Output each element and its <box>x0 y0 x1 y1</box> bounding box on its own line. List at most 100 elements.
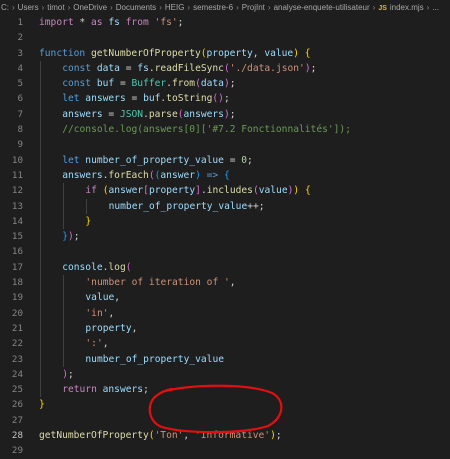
code-line[interactable]: 9 <box>0 137 450 153</box>
code-line[interactable]: 8 //console.log(answers[0]['#7.2 Fonction… <box>0 122 450 138</box>
code-text: } <box>39 397 45 412</box>
code-token: number_of_property_value <box>85 353 225 365</box>
breadcrumb-item[interactable]: C: <box>1 3 9 12</box>
breadcrumb-file-name[interactable]: index.mjs <box>390 3 424 12</box>
code-text: import * as fs from 'fs'; <box>39 15 183 30</box>
indent-guide <box>63 275 65 291</box>
code-line[interactable]: 24); <box>0 366 450 383</box>
code-line[interactable]: 1 import * as fs from 'fs'; <box>0 15 450 30</box>
breadcrumb-item[interactable]: semestre-6 <box>193 3 233 12</box>
line-number: 19 <box>11 292 23 304</box>
code-token: return <box>62 384 97 396</box>
code-text: ); <box>62 367 74 382</box>
indent-guide <box>63 351 65 367</box>
breadcrumb-item[interactable]: HEIG <box>165 3 185 12</box>
indent-guide <box>40 290 41 306</box>
code-line[interactable]: 27 <box>0 413 450 428</box>
code-token: answers <box>85 93 126 105</box>
line-number: 12 <box>11 185 23 197</box>
code-line[interactable]: 17 console.log( <box>0 259 450 276</box>
line-number: 29 <box>11 445 23 457</box>
code-token: 'in' <box>85 307 109 319</box>
code-text: value, <box>85 290 120 305</box>
code-token: = <box>114 78 132 90</box>
line-number: 6 <box>17 93 23 105</box>
code-line[interactable]: 29 <box>0 443 450 458</box>
breadcrumb-item[interactable]: timot <box>47 3 64 12</box>
code-line[interactable]: 16 <box>0 244 450 260</box>
code-line[interactable]: 19 value, <box>0 290 450 306</box>
indent-guide <box>40 183 41 199</box>
code-token: fs <box>102 17 126 28</box>
code-line[interactable]: 25 return answers; <box>0 382 450 398</box>
code-token: number_of_property_value <box>108 200 248 212</box>
code-line[interactable]: 2 <box>0 30 450 45</box>
indent-guide <box>40 366 41 383</box>
breadcrumb-item[interactable]: ProjInt <box>242 3 265 12</box>
code-line[interactable]: 26} <box>0 397 450 412</box>
breadcrumb-separator-icon: › <box>110 3 113 12</box>
code-line[interactable]: 4 const data = fs.readFileSync('./data.js… <box>0 60 450 77</box>
code-line[interactable]: 13 number_of_property_value++; <box>0 198 450 214</box>
code-token: = <box>119 62 138 74</box>
code-token: let <box>62 154 80 166</box>
code-line[interactable]: 5 const buf = Buffer.from(data); <box>0 76 450 92</box>
code-token: ; <box>143 384 149 396</box>
code-token: => <box>206 169 219 181</box>
code-text: //console.log(answers[0]['#7.2 Fonctionn… <box>62 122 351 137</box>
breadcrumb-symbol[interactable]: ... <box>432 3 439 12</box>
code-token: 'number of iteration of ' <box>85 277 230 289</box>
code-line[interactable]: 14} <box>0 213 450 230</box>
breadcrumb-item[interactable]: OneDrive <box>73 3 107 12</box>
indent-guide <box>40 229 41 245</box>
code-token: answer <box>108 185 144 197</box>
code-token: property <box>85 322 132 334</box>
code-line[interactable]: 20 'in', <box>0 305 450 321</box>
breadcrumb-separator-icon: › <box>67 3 71 12</box>
line-number: 13 <box>11 200 23 212</box>
code-token: answers <box>183 108 224 120</box>
code-token: ; <box>275 430 282 442</box>
code-line[interactable]: 7 answers = JSON.parse(answers); <box>0 106 450 123</box>
breadcrumb-item[interactable]: Users <box>18 3 39 12</box>
indent-guide <box>40 305 41 321</box>
code-token: from <box>171 78 196 90</box>
line-number: 27 <box>11 414 23 426</box>
code-token: console <box>62 261 103 273</box>
code-text: const data = fs.readFileSync('./data.jso… <box>62 61 316 76</box>
code-token: ; <box>67 368 74 380</box>
indent-guide <box>63 290 65 306</box>
code-token: value <box>264 47 294 59</box>
indent-guide <box>40 382 41 398</box>
code-line[interactable]: 6 let answers = buf.toString(); <box>0 91 450 107</box>
indent-guide <box>40 244 41 260</box>
breadcrumb-item[interactable]: analyse-enquete-utilisateur <box>274 3 370 12</box>
code-editor[interactable]: 1 import * as fs from 'fs'; 2 3 function get… <box>0 15 450 456</box>
breadcrumb-item[interactable]: Documents <box>116 3 156 12</box>
code-line[interactable]: 11 answers.forEach((answer) => { <box>0 167 450 184</box>
code-token: number_of_property_value <box>85 154 224 166</box>
breadcrumb-separator-icon: › <box>236 3 239 12</box>
code-line[interactable]: 22 ':', <box>0 336 450 352</box>
indent-guide <box>63 183 65 199</box>
code-line[interactable]: 3 function getNumberOfProperty(property, … <box>0 46 450 61</box>
code-token: getNumberOfProperty <box>39 430 149 442</box>
code-text: function getNumberOfProperty(property, v… <box>39 46 311 61</box>
code-token: as <box>90 17 103 28</box>
line-number: 28 <box>11 430 23 442</box>
code-line[interactable]: 18 'number of iteration of ', <box>0 275 450 291</box>
line-number: 1 <box>17 17 23 28</box>
code-token: buf <box>96 78 115 90</box>
code-line[interactable]: 12 if (answer[property].includes(value)) … <box>0 183 450 199</box>
code-line[interactable]: 15}); <box>0 229 450 245</box>
code-token: const <box>62 62 92 74</box>
code-text: answers.forEach((answer) => { <box>62 168 230 183</box>
code-line[interactable]: 10 let number_of_property_value = 0; <box>0 152 450 168</box>
code-token: } <box>85 215 92 227</box>
code-line[interactable]: 21 property, <box>0 320 450 337</box>
indent-guide <box>40 167 41 184</box>
code-line[interactable]: 23 number_of_property_value <box>0 351 450 367</box>
code-token: ; <box>223 93 230 105</box>
code-line[interactable]: 28 getNumberOfProperty('Ton', 'Informativ… <box>0 428 450 443</box>
line-number: 11 <box>11 169 23 181</box>
